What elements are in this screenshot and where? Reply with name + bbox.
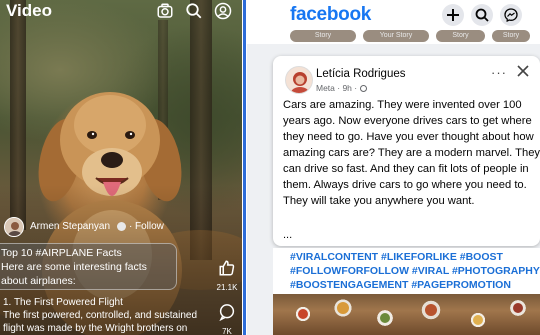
hashtag-line[interactable]: #BOOSTENGAGEMENT #PAGEPROMOTION — [290, 279, 511, 291]
follow-button[interactable]: Follow — [135, 221, 164, 232]
hashtags-block: #VIRALCONTENT #LIKEFORLIKE #BOOST #FOLLO… — [273, 248, 540, 296]
post-meta: Meta · 9h · — [316, 83, 368, 93]
story-item[interactable]: Story — [492, 30, 530, 42]
food-item — [337, 302, 349, 314]
food-item — [473, 315, 483, 325]
messenger-button[interactable] — [500, 4, 522, 26]
caption-line: Here are some interesting facts — [1, 261, 147, 273]
food-item — [298, 309, 308, 319]
comment-count: 7K — [222, 327, 232, 335]
caption-body-line: The first powered, controlled, and susta… — [3, 310, 197, 321]
verified-icon — [117, 222, 126, 231]
profile-icon[interactable] — [214, 2, 232, 20]
post-text-line: they need to go. Have you ever thought a… — [283, 131, 534, 143]
search-icon[interactable] — [185, 2, 203, 20]
messenger-icon — [504, 8, 518, 22]
hashtag-line[interactable]: #FOLLOWFORFOLLOW #VIRAL #PHOTOGRAPHY — [290, 265, 540, 277]
camera-icon[interactable] — [156, 2, 174, 20]
stories-strip: Story Your Story Story Story — [247, 28, 540, 44]
post-text-line: years ago. Now everyone drives cars to g… — [283, 115, 532, 127]
post-author[interactable]: Letícia Rodrigues — [316, 68, 406, 80]
food-item — [380, 313, 390, 323]
video-header: Video — [0, 0, 242, 24]
post-text-line: Cars are amazing. They were invented ove… — [283, 99, 522, 111]
avatar[interactable] — [4, 217, 24, 237]
post-text-line: They will take you anywhere you want. — [283, 195, 475, 207]
search-icon — [475, 8, 489, 22]
search-button[interactable] — [471, 4, 493, 26]
story-item[interactable]: Story — [290, 30, 356, 42]
video-panel[interactable]: Video Armen Stepanyan · Follow Top 10 #A… — [0, 0, 242, 335]
post-text-line: amazing cars are? They are a modern marv… — [283, 147, 540, 159]
comment-button[interactable]: 7K — [214, 303, 240, 335]
caption-line: about airplanes: — [1, 275, 76, 287]
globe-icon — [360, 85, 368, 93]
hashtag-line[interactable]: #VIRALCONTENT #LIKEFORLIKE #BOOST — [290, 251, 503, 263]
caption-body-line: flight was made by the Wright brothers o… — [3, 323, 188, 334]
more-options-button[interactable]: ··· — [491, 65, 507, 80]
story-item[interactable]: Story — [436, 30, 485, 42]
see-more-ellipsis[interactable]: ... — [283, 229, 292, 241]
food-item — [425, 304, 437, 316]
food-item — [513, 303, 523, 313]
like-count: 21.1K — [216, 283, 238, 292]
post-text-line: them. Always drive cars to go where you … — [283, 179, 527, 191]
close-button[interactable] — [516, 64, 530, 78]
caption-box[interactable]: Top 10 #AIRPLANE Facts Here are some int… — [0, 243, 177, 290]
facebook-logo[interactable]: facebook — [290, 4, 371, 26]
caption-line: Top 10 #AIRPLANE Facts — [1, 247, 122, 259]
create-button[interactable] — [442, 4, 464, 26]
caption-body-line: 1. The First Powered Flight — [3, 297, 123, 308]
avatar[interactable] — [285, 66, 313, 94]
facebook-panel[interactable]: facebook Story Your Story Story Story Le… — [247, 0, 540, 335]
plus-icon — [447, 9, 459, 21]
post-card[interactable]: Letícia Rodrigues Meta · 9h · ··· Cars a… — [273, 56, 540, 246]
comment-icon — [219, 304, 235, 322]
thumbs-up-icon — [219, 260, 235, 276]
close-icon — [517, 65, 529, 77]
story-item[interactable]: Your Story — [363, 30, 429, 42]
video-author-row[interactable]: Armen Stepanyan · Follow — [4, 217, 239, 239]
page-title: Video — [6, 1, 52, 20]
author-name[interactable]: Armen Stepanyan — [30, 221, 110, 232]
post-text-line: can drive so fast. And they can fit lots… — [283, 163, 529, 175]
like-button[interactable]: 21.1K — [214, 259, 240, 292]
food-photo[interactable] — [273, 294, 540, 335]
separator: · — [129, 221, 133, 232]
